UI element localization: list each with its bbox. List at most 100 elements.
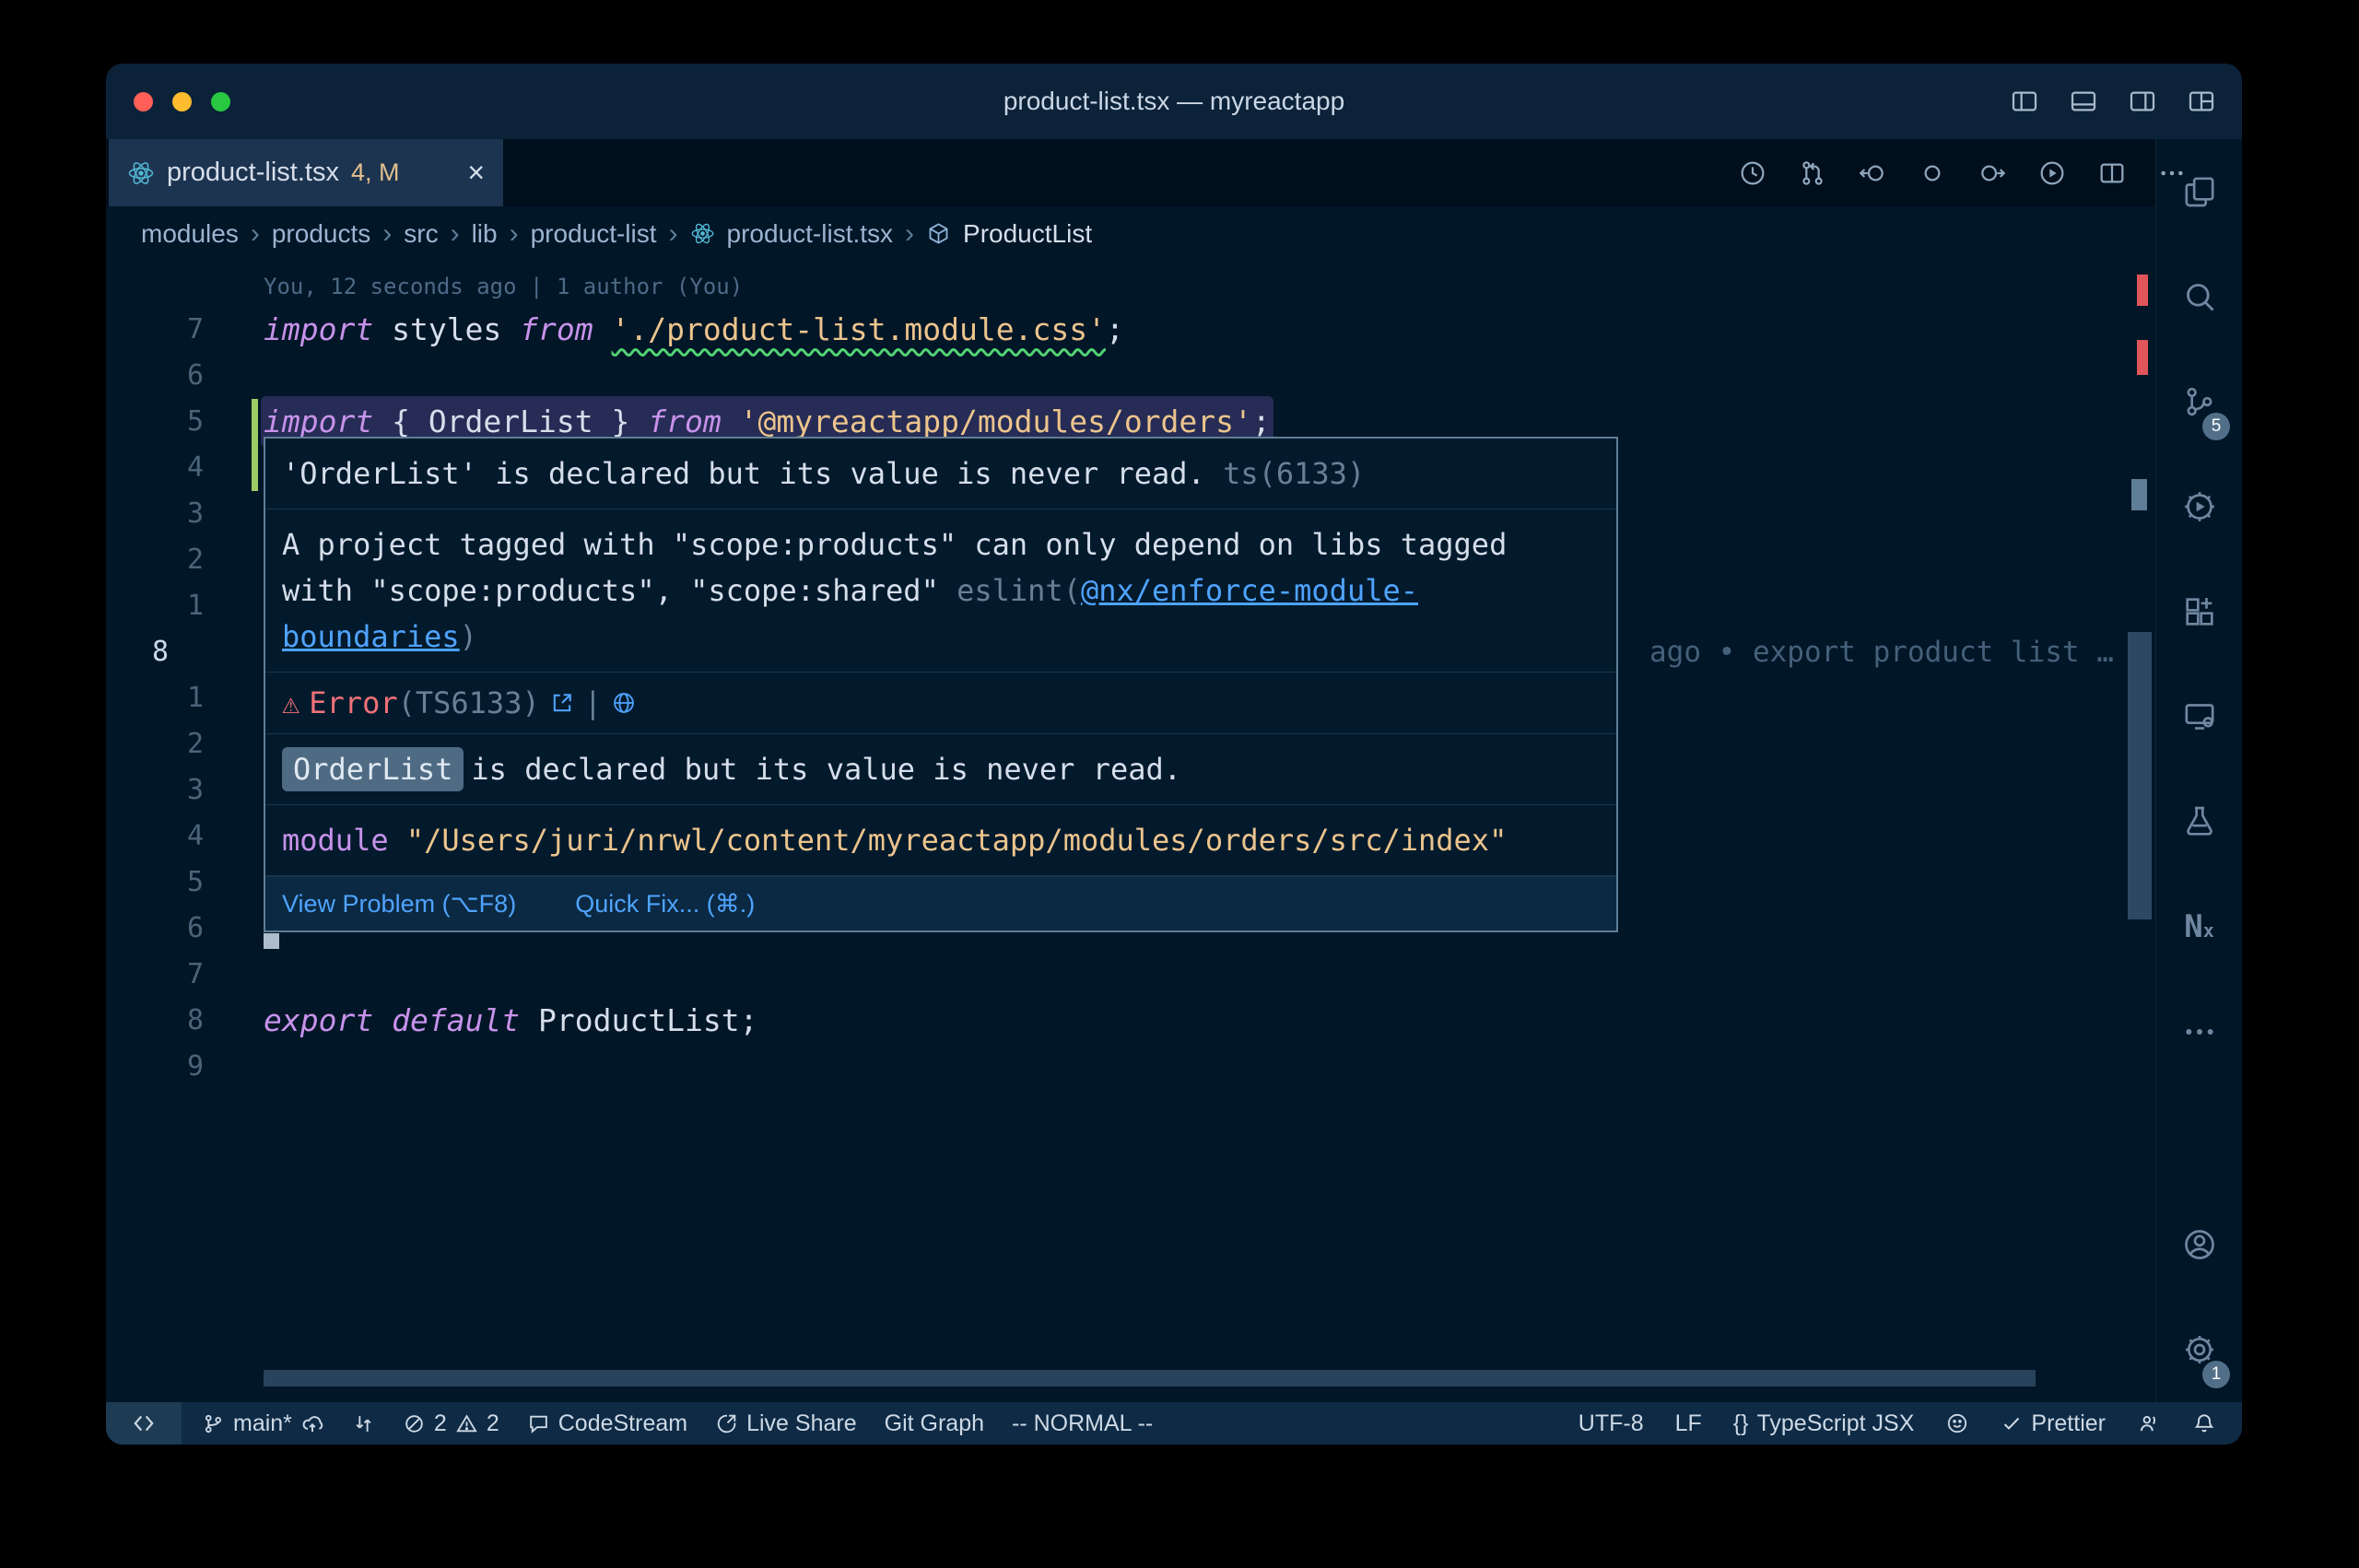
editor[interactable]: You, 12 seconds ago | 1 author (You) 7 imp… — [106, 261, 2155, 1402]
line-number: 5 — [106, 399, 226, 445]
line-number: 3 — [106, 491, 226, 537]
codestream-status[interactable]: CodeStream — [527, 1410, 687, 1437]
vscode-window: product-list.tsx — myreactapp product-li… — [106, 64, 2242, 1445]
eol-status[interactable]: LF — [1675, 1410, 1702, 1437]
blame-row[interactable]: You, 12 seconds ago | 1 author (You) — [106, 261, 2155, 307]
vertical-scrollbar[interactable] — [2128, 632, 2152, 919]
line-number: 3 — [106, 767, 226, 813]
line-number: 8 — [106, 998, 226, 1044]
check-icon — [2001, 1412, 2023, 1434]
chevron-right-icon: › — [451, 218, 460, 250]
chevron-right-icon: › — [251, 218, 260, 250]
code-line[interactable]: import styles from './product-list.modul… — [264, 307, 1124, 353]
line-number: 7 — [106, 307, 226, 353]
react-file-icon — [690, 221, 715, 246]
run-code-icon[interactable] — [2037, 158, 2067, 188]
chevron-right-icon: › — [669, 218, 678, 250]
customize-layout-icon[interactable] — [2187, 87, 2216, 116]
breadcrumb-item-symbol[interactable]: ProductList — [963, 219, 1092, 249]
popup-resize-handle[interactable] — [264, 933, 279, 949]
activity-remote-explorer[interactable] — [2156, 664, 2242, 769]
code-row[interactable]: 6 — [106, 353, 2155, 399]
problems-status[interactable]: 2 2 — [403, 1410, 499, 1437]
title-bar: product-list.tsx — myreactapp — [106, 64, 2242, 139]
activity-settings[interactable]: 1 — [2156, 1297, 2242, 1402]
git-compare-icon[interactable] — [1798, 158, 1827, 188]
branch-status[interactable]: main* — [202, 1410, 324, 1437]
next-change-icon[interactable] — [1978, 158, 2007, 188]
line-number: 4 — [106, 813, 226, 860]
toggle-sidebar-right-icon[interactable] — [2128, 87, 2157, 116]
screen: product-list.tsx — myreactapp product-li… — [0, 0, 2359, 1568]
timeline-history-icon[interactable] — [1738, 158, 1767, 188]
activity-more-views[interactable] — [2156, 979, 2242, 1084]
activity-bar: 5 Nx 1 — [2155, 139, 2242, 1402]
git-modified-gutter-bar — [252, 399, 258, 491]
split-editor-icon[interactable] — [2097, 158, 2127, 188]
code-row[interactable]: 7 — [106, 952, 2155, 998]
breadcrumb-item-lib[interactable]: lib — [472, 219, 498, 249]
notifications-bell-icon[interactable] — [2192, 1411, 2216, 1435]
activity-run-debug[interactable] — [2156, 454, 2242, 559]
tab-close-icon[interactable]: × — [467, 156, 485, 190]
gitlens-compare-status[interactable] — [352, 1412, 375, 1435]
line-number: 4 — [106, 445, 226, 491]
code-row[interactable]: 8 export default ProductList; — [106, 998, 2155, 1044]
code-line[interactable]: export default ProductList; — [264, 998, 757, 1044]
editor-toolbar — [1738, 139, 2187, 206]
status-bar: main* 2 2 CodeStream Live Share — [106, 1402, 2242, 1445]
warning-icon: ⚠ — [282, 680, 299, 726]
previous-change-icon[interactable] — [1858, 158, 1887, 188]
error-ruler-mark — [2137, 340, 2148, 375]
activity-extensions[interactable] — [2156, 559, 2242, 664]
prettier-status[interactable]: Prettier — [2001, 1410, 2106, 1437]
breadcrumb-item-product-list[interactable]: product-list — [531, 219, 657, 249]
line-number: 2 — [106, 721, 226, 767]
diagnostic-hover-popup: 'OrderList' is declared but its value is… — [264, 437, 1618, 932]
warning-icon — [455, 1412, 478, 1435]
change-dot-icon[interactable] — [1918, 158, 1947, 188]
popup-eslint-rule: A project tagged with "scope:products" c… — [265, 509, 1616, 673]
tab-product-list[interactable]: product-list.tsx 4, M × — [109, 139, 503, 206]
view-problem-link[interactable]: View Problem (⌥F8) — [282, 885, 516, 922]
code-row[interactable]: 9 — [106, 1044, 2155, 1090]
encoding-status[interactable]: UTF-8 — [1579, 1410, 1644, 1437]
broadcast-icon[interactable] — [2137, 1411, 2161, 1435]
scm-badge: 5 — [2202, 413, 2230, 440]
activity-account[interactable] — [2156, 1192, 2242, 1297]
globe-icon[interactable] — [611, 690, 637, 716]
code-row[interactable]: 7 import styles from './product-list.modu… — [106, 307, 2155, 353]
gitlens-blame-annotation: You, 12 seconds ago | 1 author (You) — [264, 261, 743, 307]
activity-nx-console[interactable]: Nx — [2156, 874, 2242, 979]
inline-blame-annotation: ago • export product list … — [1649, 629, 2114, 675]
live-share-status[interactable]: Live Share — [715, 1410, 857, 1437]
error-ruler-mark — [2137, 275, 2148, 306]
activity-search[interactable] — [2156, 244, 2242, 349]
breadcrumb-item-products[interactable]: products — [272, 219, 370, 249]
popup-message-row: OrderListis declared but its value is ne… — [265, 734, 1616, 805]
github-icon[interactable] — [1945, 1411, 1969, 1435]
diagnostic-code: ts(6133) — [1223, 456, 1365, 491]
popup-error-row: ⚠ Error(TS6133) | — [265, 673, 1616, 734]
git-graph-status[interactable]: Git Graph — [885, 1410, 984, 1437]
popup-module-row: module "/Users/juri/nrwl/content/myreact… — [265, 805, 1616, 876]
toggle-panel-icon[interactable] — [2069, 87, 2098, 116]
horizontal-scrollbar[interactable] — [264, 1370, 2036, 1387]
toggle-sidebar-left-icon[interactable] — [2010, 87, 2039, 116]
live-share-icon — [715, 1412, 738, 1435]
settings-badge: 1 — [2202, 1361, 2230, 1388]
breadcrumb-item-file[interactable]: product-list.tsx — [727, 219, 894, 249]
language-status[interactable]: {}TypeScript JSX — [1733, 1410, 1915, 1437]
line-number — [106, 261, 226, 307]
activity-source-control[interactable]: 5 — [2156, 349, 2242, 454]
activity-explorer[interactable] — [2156, 139, 2242, 244]
remote-indicator[interactable] — [106, 1402, 182, 1445]
cloud-upload-icon — [300, 1411, 324, 1435]
vim-mode-status[interactable]: -- NORMAL -- — [1012, 1410, 1153, 1437]
open-external-icon[interactable] — [549, 690, 575, 716]
breadcrumb-item-src[interactable]: src — [404, 219, 438, 249]
activity-testing[interactable] — [2156, 769, 2242, 874]
quick-fix-link[interactable]: Quick Fix... (⌘.) — [575, 885, 755, 922]
line-number: 5 — [106, 860, 226, 906]
breadcrumb-item-modules[interactable]: modules — [141, 219, 239, 249]
